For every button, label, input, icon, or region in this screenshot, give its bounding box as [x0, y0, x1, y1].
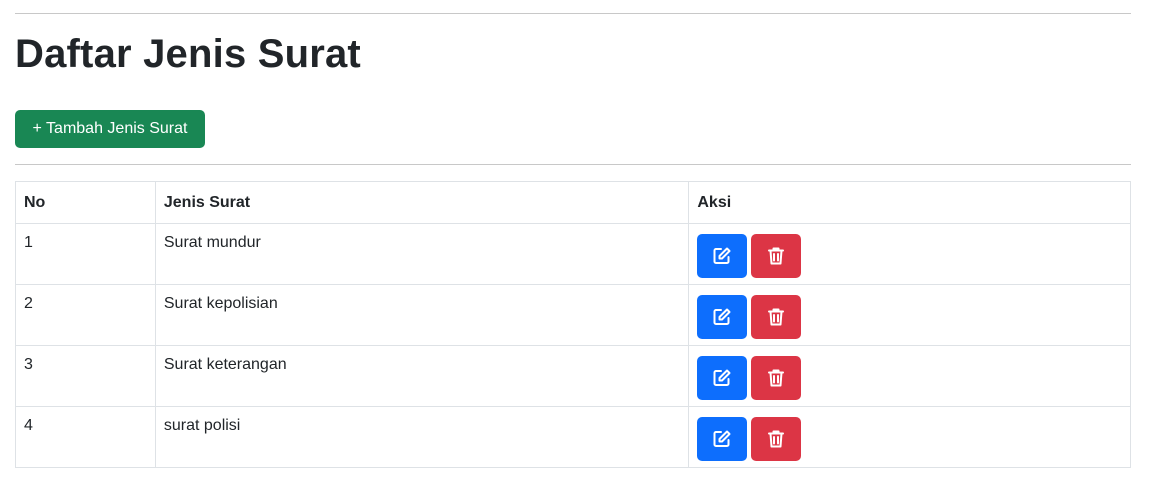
edit-button[interactable] — [697, 356, 748, 400]
edit-icon — [712, 307, 732, 327]
table-row: 4 surat polisi — [15, 406, 1131, 468]
cell-no: 3 — [15, 345, 156, 407]
cell-aksi — [688, 406, 1131, 468]
table-row: 1 Surat mundur — [15, 223, 1131, 285]
cell-jenis-surat: surat polisi — [154, 406, 690, 468]
delete-button[interactable] — [751, 356, 802, 400]
page-title: Daftar Jenis Surat — [15, 32, 361, 76]
cell-no: 2 — [15, 284, 156, 346]
action-buttons — [697, 356, 1122, 400]
cell-jenis-surat: Surat mundur — [154, 223, 690, 285]
table-row: 3 Surat keterangan — [15, 345, 1131, 407]
edit-icon — [712, 368, 732, 388]
trash-icon — [767, 246, 785, 266]
action-buttons — [697, 417, 1122, 461]
table-row: 2 Surat kepolisian — [15, 284, 1131, 346]
cell-aksi — [688, 223, 1131, 285]
edit-icon — [712, 246, 732, 266]
delete-button[interactable] — [751, 234, 802, 278]
action-buttons — [697, 234, 1122, 278]
column-header-jenis-surat: Jenis Surat — [154, 181, 690, 224]
table-header-row: No Jenis Surat Aksi — [15, 181, 1131, 224]
delete-button[interactable] — [751, 295, 802, 339]
column-header-no: No — [15, 181, 156, 224]
add-jenis-surat-button[interactable]: + Tambah Jenis Surat — [15, 110, 205, 148]
edit-button[interactable] — [697, 295, 748, 339]
delete-button[interactable] — [751, 417, 802, 461]
top-divider — [15, 13, 1131, 14]
cell-aksi — [688, 284, 1131, 346]
column-header-aksi: Aksi — [688, 181, 1131, 224]
cell-aksi — [688, 345, 1131, 407]
cell-no: 4 — [15, 406, 156, 468]
page: Daftar Jenis Surat + Tambah Jenis Surat … — [0, 0, 1149, 489]
section-divider — [15, 164, 1131, 165]
cell-jenis-surat: Surat keterangan — [154, 345, 690, 407]
jenis-surat-table: No Jenis Surat Aksi 1 Surat mundur 2 Sur… — [15, 181, 1131, 468]
edit-icon — [712, 429, 732, 449]
cell-jenis-surat: Surat kepolisian — [154, 284, 690, 346]
trash-icon — [767, 429, 785, 449]
edit-button[interactable] — [697, 417, 748, 461]
action-buttons — [697, 295, 1122, 339]
cell-no: 1 — [15, 223, 156, 285]
trash-icon — [767, 307, 785, 327]
trash-icon — [767, 368, 785, 388]
edit-button[interactable] — [697, 234, 748, 278]
